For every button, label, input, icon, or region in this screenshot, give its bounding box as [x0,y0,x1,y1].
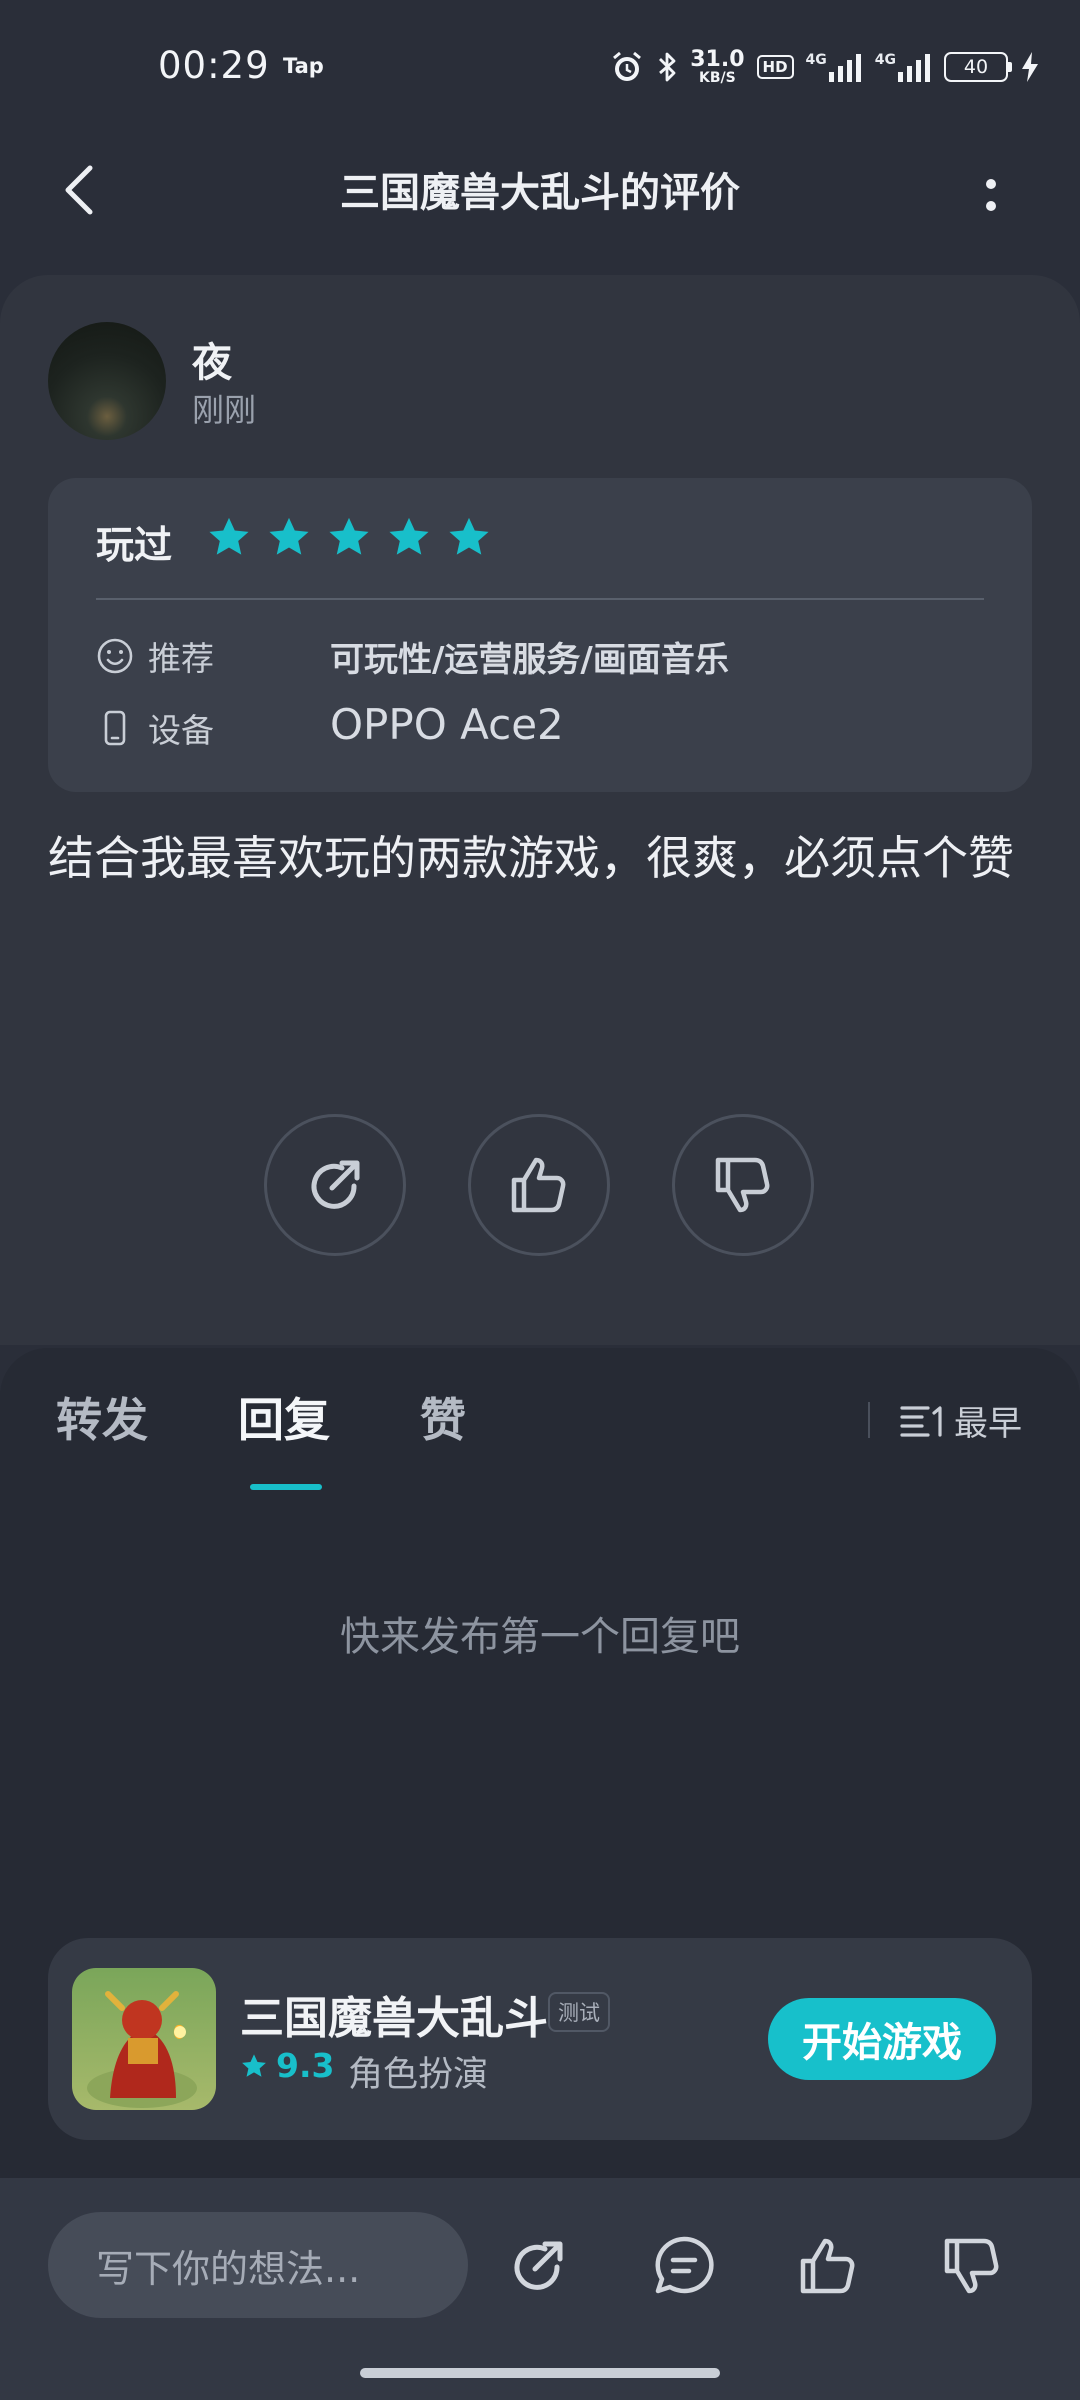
more-options-button[interactable] [966,160,1016,230]
recommend-row: 推荐 [96,632,214,680]
like-button[interactable] [468,1114,610,1256]
phone-icon [96,709,134,747]
smile-icon [96,637,134,675]
thumbs-down-icon [944,2238,999,2294]
comment-icon [655,2236,714,2294]
share-icon [514,2241,563,2290]
share-icon [311,1160,360,1209]
game-test-badge: 测试 [548,1992,610,2032]
hd-badge: HD [756,55,794,79]
home-indicator[interactable] [360,2368,720,2378]
sort-label: 最早 [954,1404,1022,1444]
signal-icon: 4G [806,52,863,82]
start-game-button[interactable]: 开始游戏 [768,1998,996,2080]
divider [96,598,984,600]
network-speed: 31.0 KB/S [690,47,745,86]
star-icon [326,514,372,560]
star-icon [386,514,432,560]
game-score: 9.3 [276,2046,335,2085]
status-icons: 31.0 KB/S HD 4G 4G 40 [610,44,1040,90]
review-text: 结合我最喜欢玩的两款游戏，很爽，必须点个赞 [48,831,1014,885]
alarm-icon [610,50,644,84]
comment-input[interactable]: 写下你的想法... [48,2212,468,2318]
share-button[interactable] [264,1114,406,1256]
recommend-label: 推荐 [148,639,214,678]
author-name[interactable]: 夜 [192,330,232,388]
active-tab-indicator [250,1484,322,1490]
device-value: OPPO Ace2 [330,700,564,749]
device-label: 设备 [148,711,214,750]
sort-separator [868,1402,870,1438]
thumbs-up-icon [800,2238,855,2294]
tab-reply[interactable]: 回复 [238,1384,330,1450]
bar-share-button[interactable] [502,2230,574,2302]
tap-app-indicator: Tap [283,54,324,78]
thumbs-up-icon [511,1157,566,1213]
star-icon [446,514,492,560]
game-rating: 9.3 [240,2046,334,2085]
sort-list-icon [900,1403,946,1439]
signal-icon-2: 4G [875,52,932,82]
tab-repost[interactable]: 转发 [56,1384,148,1450]
recommend-value: 可玩性/运营服务/画面音乐 [330,640,729,680]
game-genre: 角色扮演 [348,2055,489,2095]
tab-like[interactable]: 赞 [420,1384,466,1450]
star-icon [206,514,252,560]
game-name[interactable]: 三国魔兽大乱斗 [240,1982,548,2046]
bar-comment-button[interactable] [648,2230,720,2302]
bar-like-button[interactable] [792,2230,864,2302]
device-row: 设备 [96,704,214,752]
battery-indicator: 40 [944,52,1012,82]
page-title: 三国魔兽大乱斗的评价 [340,170,740,216]
game-icon[interactable] [72,1968,216,2110]
thumbs-down-icon [715,1157,770,1213]
star-rating [206,514,492,560]
dislike-button[interactable] [672,1114,814,1256]
more-vertical-icon [986,179,996,211]
post-time: 刚刚 [192,391,257,429]
avatar[interactable] [48,322,166,440]
empty-replies-text: 快来发布第一个回复吧 [340,1614,740,1660]
star-icon [240,2052,268,2080]
charging-icon [1020,51,1040,83]
played-label: 玩过 [96,523,173,567]
bluetooth-icon [656,50,678,84]
bar-dislike-button[interactable] [936,2230,1008,2302]
sort-button[interactable]: 最早 [900,1396,1022,1445]
star-icon [266,514,312,560]
status-time: 00:29 [158,44,270,87]
